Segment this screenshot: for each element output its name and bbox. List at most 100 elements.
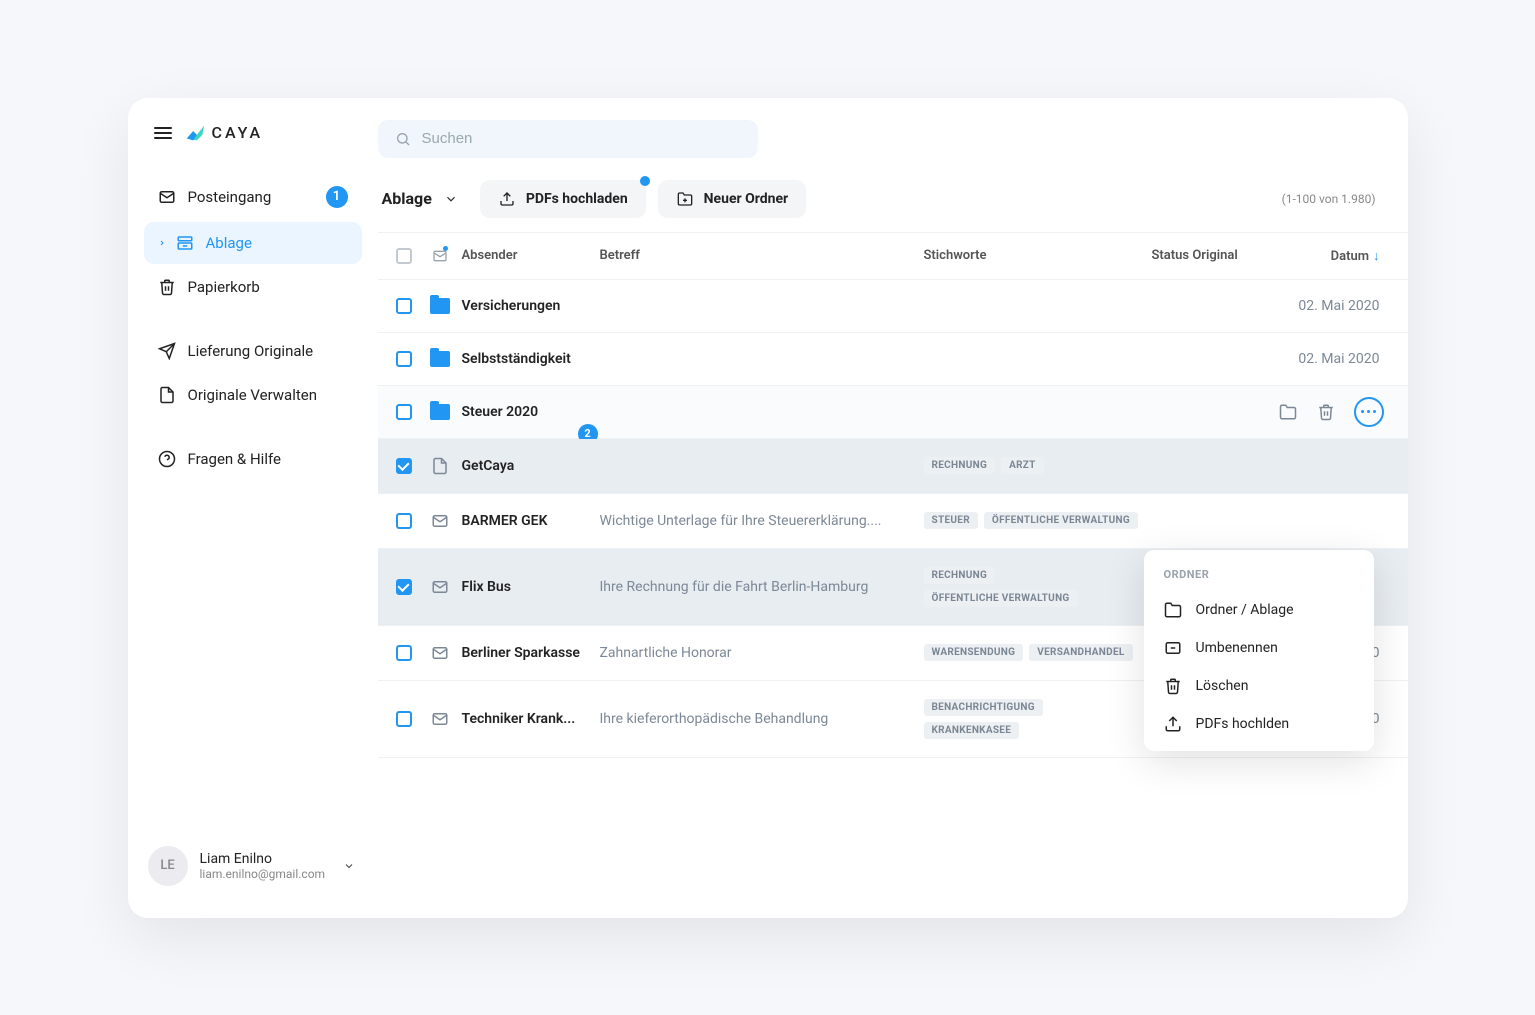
nav: Posteingang1 Ablage Papierkorb Lieferung Or…: [144, 174, 362, 480]
notification-dot: [640, 176, 650, 186]
sidebar-item-label: Ablage: [206, 234, 252, 252]
sidebar: CAYA Posteingang1 Ablage Papierkorb Lieferu…: [128, 98, 378, 918]
avatar: LE: [148, 846, 188, 886]
sidebar-item-lieferung-originale[interactable]: Lieferung Originale: [144, 330, 362, 372]
subject-cell: Ihre kieferorthopädische Behandlung: [600, 711, 916, 727]
table-row[interactable]: GetCaya RECHNUNG ARZT: [378, 439, 1408, 494]
row-checkbox[interactable]: [396, 579, 412, 595]
sidebar-item-label: Fragen & Hilfe: [188, 450, 281, 468]
tag: VERSANDHANDEL: [1029, 644, 1132, 661]
sidebar-item-ablage[interactable]: Ablage: [144, 222, 362, 264]
col-subject[interactable]: Betreff: [600, 248, 916, 263]
date-cell: 02. Mai 2020: [1270, 298, 1380, 314]
trash-icon: [158, 278, 176, 296]
menu-icon[interactable]: [154, 127, 172, 139]
table-row[interactable]: BARMER GEK Wichtige Unterlage für Ihre St…: [378, 494, 1408, 549]
sender-cell: Selbstständigkeit: [462, 351, 592, 367]
context-menu-label: PDFs hochlden: [1196, 716, 1290, 732]
pagination-info: (1-100 von 1.980): [1282, 192, 1376, 206]
sidebar-item-papierkorb[interactable]: Papierkorb: [144, 266, 362, 308]
search-field[interactable]: [378, 120, 758, 158]
col-tags[interactable]: Stichworte: [924, 248, 1144, 263]
toolbar: Ablage PDFs hochladen Neuer Ordner (1-10…: [378, 176, 1408, 232]
row-checkbox[interactable]: [396, 645, 412, 661]
sidebar-item-label: Lieferung Originale: [188, 342, 314, 360]
context-menu-item[interactable]: Ordner / Ablage: [1144, 591, 1374, 629]
context-menu-item[interactable]: PDFs hochlden: [1144, 705, 1374, 743]
bird-icon: [184, 122, 206, 144]
table-row[interactable]: Steuer 20202: [378, 386, 1408, 439]
table-row[interactable]: Selbstständigkeit02. Mai 2020: [378, 333, 1408, 386]
row-checkbox[interactable]: [396, 351, 412, 367]
badge: 1: [326, 186, 348, 208]
header: CAYA: [144, 122, 362, 168]
tags-cell: WARENSENDUNG VERSANDHANDEL: [924, 644, 1144, 661]
row-checkbox[interactable]: [396, 298, 412, 314]
sidebar-item-posteingang[interactable]: Posteingang1: [144, 174, 362, 220]
upload-pdf-label: PDFs hochladen: [526, 191, 628, 207]
sender-cell: Flix Bus: [462, 579, 592, 595]
mail-icon: [158, 188, 176, 206]
mail-icon: [431, 644, 449, 662]
archive-icon: [176, 234, 194, 252]
sender-cell: Berliner Sparkasse: [462, 645, 592, 661]
row-checkbox[interactable]: [396, 513, 412, 529]
upload-pdf-button[interactable]: PDFs hochladen: [480, 180, 646, 218]
sidebar-item-fragen-hilfe[interactable]: Fragen & Hilfe: [144, 438, 362, 480]
user-menu[interactable]: LE Liam Enilno liam.enilno@gmail.com: [144, 838, 362, 894]
folder-icon: [430, 404, 450, 420]
new-folder-label: Neuer Ordner: [704, 191, 789, 207]
new-folder-button[interactable]: Neuer Ordner: [658, 180, 807, 218]
context-menu-item[interactable]: Umbenennen: [1144, 629, 1374, 667]
row-checkbox[interactable]: [396, 458, 412, 474]
sidebar-item-originale-verwalten[interactable]: Originale Verwalten: [144, 374, 362, 416]
logo: CAYA: [184, 122, 264, 144]
subject-cell: Wichtige Unterlage für Ihre Steuererklär…: [600, 513, 916, 529]
context-menu: ORDNER Ordner / AblageUmbenennen Löschen P…: [1144, 550, 1374, 751]
context-menu-item[interactable]: Löschen: [1144, 667, 1374, 705]
tag: STEUER: [924, 512, 978, 529]
trash-icon[interactable]: [1316, 402, 1336, 422]
folder-icon: [430, 298, 450, 314]
sort-down-icon: ↓: [1373, 249, 1380, 264]
table-row[interactable]: Versicherungen02. Mai 2020: [378, 280, 1408, 333]
sidebar-item-label: Originale Verwalten: [188, 386, 318, 404]
more-button[interactable]: [1354, 397, 1384, 427]
mail-icon: [431, 578, 449, 596]
folder-outline-icon: [1164, 601, 1182, 619]
folder-outline-icon[interactable]: [1278, 402, 1298, 422]
sender-cell: GetCaya: [462, 458, 592, 474]
folder-plus-icon: [676, 190, 694, 208]
chevron-right-icon: [158, 234, 168, 252]
col-sender[interactable]: Absender: [462, 248, 592, 263]
tag: ÖFFENTLICHE VERWALTUNG: [924, 590, 1078, 607]
select-all-checkbox[interactable]: [396, 248, 412, 264]
breadcrumb[interactable]: Ablage: [378, 189, 468, 208]
file-icon: [158, 386, 176, 404]
main: Ablage PDFs hochladen Neuer Ordner (1-10…: [378, 98, 1408, 918]
tag: WARENSENDUNG: [924, 644, 1024, 661]
subject-cell: Ihre Rechnung für die Fahrt Berlin-Hambu…: [600, 579, 916, 595]
sender-cell: Steuer 2020: [462, 404, 592, 420]
tag: RECHNUNG: [924, 457, 996, 474]
table-header: Absender Betreff Stichworte Status Origi…: [378, 233, 1408, 280]
row-checkbox[interactable]: [396, 404, 412, 420]
col-status[interactable]: Status Original: [1152, 248, 1262, 263]
help-icon: [158, 450, 176, 468]
read-status-icon[interactable]: [431, 247, 449, 265]
mail-icon: [431, 710, 449, 728]
tag: RECHNUNG: [924, 567, 996, 584]
context-menu-label: Löschen: [1196, 678, 1249, 694]
subject-cell: Zahnartliche Honorar: [600, 645, 916, 661]
search-input[interactable]: [422, 130, 742, 147]
sender-cell: BARMER GEK: [462, 513, 592, 529]
file-icon: [431, 457, 449, 475]
col-date[interactable]: Datum↓: [1270, 248, 1380, 264]
row-checkbox[interactable]: [396, 711, 412, 727]
user-name: Liam Enilno: [200, 851, 326, 867]
row-actions: [1278, 397, 1384, 427]
tag: ARZT: [1001, 457, 1044, 474]
tags-cell: RECHNUNG ÖFFENTLICHE VERWALTUNG: [924, 567, 1144, 607]
context-menu-title: ORDNER: [1144, 564, 1374, 591]
app-window: CAYA Posteingang1 Ablage Papierkorb Lieferu…: [128, 98, 1408, 918]
